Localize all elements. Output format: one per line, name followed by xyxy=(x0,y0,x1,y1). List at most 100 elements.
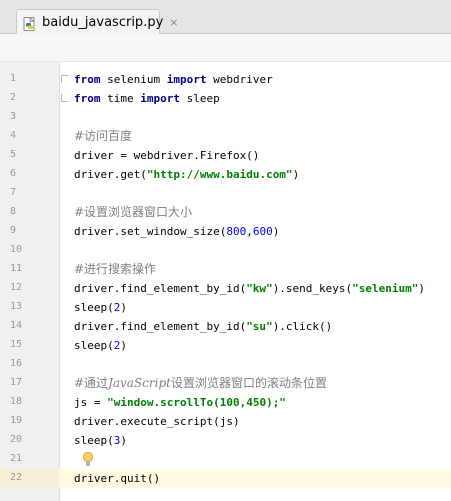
line-number-cell: 17 xyxy=(0,374,59,393)
line-number-cell: 2 xyxy=(0,89,59,108)
code-token: 设置浏览器窗口的滚动条位置 xyxy=(170,376,327,390)
line-number: 14 xyxy=(10,320,23,331)
code-line[interactable]: 14 driver.find_element_by_id("su").click(… xyxy=(0,317,451,336)
code-token: "http://www.baidu.com" xyxy=(146,168,293,181)
code-line[interactable]: 10 xyxy=(0,241,451,260)
line-number-cell: 3 xyxy=(0,108,59,127)
line-number: 17 xyxy=(10,377,23,388)
code-token: "selenium" xyxy=(352,282,419,295)
line-number-cell: 1 xyxy=(0,70,59,89)
code-token: driver.get( xyxy=(74,168,147,181)
code-line[interactable]: 1 from selenium import webdriver xyxy=(0,70,451,89)
code-token: #通过 xyxy=(74,376,109,390)
line-number-cell: 18 xyxy=(0,393,59,412)
line-number: 1 xyxy=(10,73,17,84)
code-token: selenium xyxy=(100,73,167,86)
line-number: 10 xyxy=(10,244,23,255)
tab-baidu-javascrip[interactable]: baidu_javascrip.py × xyxy=(16,9,178,35)
line-number: 7 xyxy=(10,187,17,198)
code-token: sleep( xyxy=(74,301,114,314)
code-token: sleep( xyxy=(74,434,114,447)
tab-label: baidu_javascrip.py xyxy=(42,15,164,30)
code-token: driver = webdriver.Firefox() xyxy=(74,149,260,162)
code-text: from selenium import webdriver xyxy=(74,72,273,87)
code-text: driver.execute_script(js) xyxy=(74,414,240,429)
code-line[interactable]: 11 #进行搜索操作 xyxy=(0,260,451,279)
code-lines: 1 from selenium import webdriver 2 from tim… xyxy=(0,70,451,488)
code-line[interactable]: 7 xyxy=(0,184,451,203)
line-number: 4 xyxy=(10,130,17,141)
code-token: ).click() xyxy=(272,320,333,333)
intention-bulb-icon[interactable] xyxy=(82,451,94,467)
code-token: driver.quit() xyxy=(74,472,161,485)
line-number: 18 xyxy=(10,396,23,407)
code-line[interactable]: 17 #通过JavaScript设置浏览器窗口的滚动条位置 xyxy=(0,374,451,393)
code-token: #进行搜索操作 xyxy=(74,262,157,276)
line-number-cell: 10 xyxy=(0,241,59,260)
python-file-icon xyxy=(23,16,37,31)
code-token: from xyxy=(74,92,101,105)
code-token: driver.set_window_size( xyxy=(74,225,227,238)
code-line[interactable]: 22 driver.quit() xyxy=(0,469,451,488)
code-token: , xyxy=(246,225,253,238)
code-token: #设置浏览器窗口大小 xyxy=(74,205,193,219)
fold-marker-icon[interactable] xyxy=(61,94,68,102)
close-icon[interactable]: × xyxy=(169,16,178,29)
line-number-cell: 8 xyxy=(0,203,59,222)
code-line[interactable]: 4 #访问百度 xyxy=(0,127,451,146)
code-line[interactable]: 20 sleep(3) xyxy=(0,431,451,450)
code-line[interactable]: 3 xyxy=(0,108,451,127)
line-number-cell: 14 xyxy=(0,317,59,336)
code-token: "window.scrollTo(100,450);" xyxy=(107,396,286,409)
line-number: 11 xyxy=(10,263,23,274)
line-number-cell: 9 xyxy=(0,222,59,241)
code-text: from time import sleep xyxy=(74,91,220,106)
code-text: #访问百度 xyxy=(74,129,132,144)
code-line[interactable]: 15 sleep(2) xyxy=(0,336,451,355)
code-line[interactable]: 5 driver = webdriver.Firefox() xyxy=(0,146,451,165)
line-number-cell: 12 xyxy=(0,279,59,298)
code-line[interactable]: 19 driver.execute_script(js) xyxy=(0,412,451,431)
code-line[interactable]: 21 xyxy=(0,450,451,469)
line-number: 13 xyxy=(10,301,23,312)
code-text: driver.find_element_by_id("kw").send_key… xyxy=(74,281,425,296)
code-token: ) xyxy=(418,282,426,295)
code-text: driver.quit() xyxy=(74,471,160,486)
code-line[interactable]: 2 from time import sleep xyxy=(0,89,451,108)
code-token: ) xyxy=(292,168,300,181)
line-number-cell: 5 xyxy=(0,146,59,165)
line-number: 20 xyxy=(10,434,23,445)
code-line[interactable]: 16 xyxy=(0,355,451,374)
line-number-cell: 16 xyxy=(0,355,59,374)
code-line[interactable]: 13 sleep(2) xyxy=(0,298,451,317)
code-line[interactable]: 18 js = "window.scrollTo(100,450);" xyxy=(0,393,451,412)
code-text: #进行搜索操作 xyxy=(74,262,156,277)
code-line[interactable]: 8 #设置浏览器窗口大小 xyxy=(0,203,451,222)
line-number-cell: 22 xyxy=(0,469,59,488)
line-number-cell: 15 xyxy=(0,336,59,355)
code-line[interactable]: 12 driver.find_element_by_id("kw").send_k… xyxy=(0,279,451,298)
fold-marker-icon[interactable] xyxy=(61,75,68,83)
editor-header-strip xyxy=(0,34,451,62)
code-token: 800 xyxy=(226,225,247,238)
ide-window: baidu_javascrip.py × 1 from selenium impo… xyxy=(0,0,451,501)
code-token: from xyxy=(74,73,101,86)
editor-tab-bar: baidu_javascrip.py × xyxy=(0,0,451,35)
line-number: 2 xyxy=(10,92,17,103)
line-number: 19 xyxy=(10,415,23,426)
code-token: ) xyxy=(272,225,280,238)
code-text: #通过JavaScript设置浏览器窗口的滚动条位置 xyxy=(74,376,327,391)
line-number-cell: 7 xyxy=(0,184,59,203)
code-text: #设置浏览器窗口大小 xyxy=(74,205,192,220)
line-number: 8 xyxy=(10,206,17,217)
code-line[interactable]: 6 driver.get("http://www.baidu.com") xyxy=(0,165,451,184)
line-number: 3 xyxy=(10,111,17,122)
code-editor[interactable]: 1 from selenium import webdriver 2 from tim… xyxy=(0,62,451,501)
line-number: 15 xyxy=(10,339,23,350)
line-number: 12 xyxy=(10,282,23,293)
code-token: js = xyxy=(74,396,108,409)
code-token: "su" xyxy=(246,320,273,333)
code-line[interactable]: 9 driver.set_window_size(800,600) xyxy=(0,222,451,241)
code-text: driver.set_window_size(800,600) xyxy=(74,224,279,239)
line-number: 16 xyxy=(10,358,23,369)
